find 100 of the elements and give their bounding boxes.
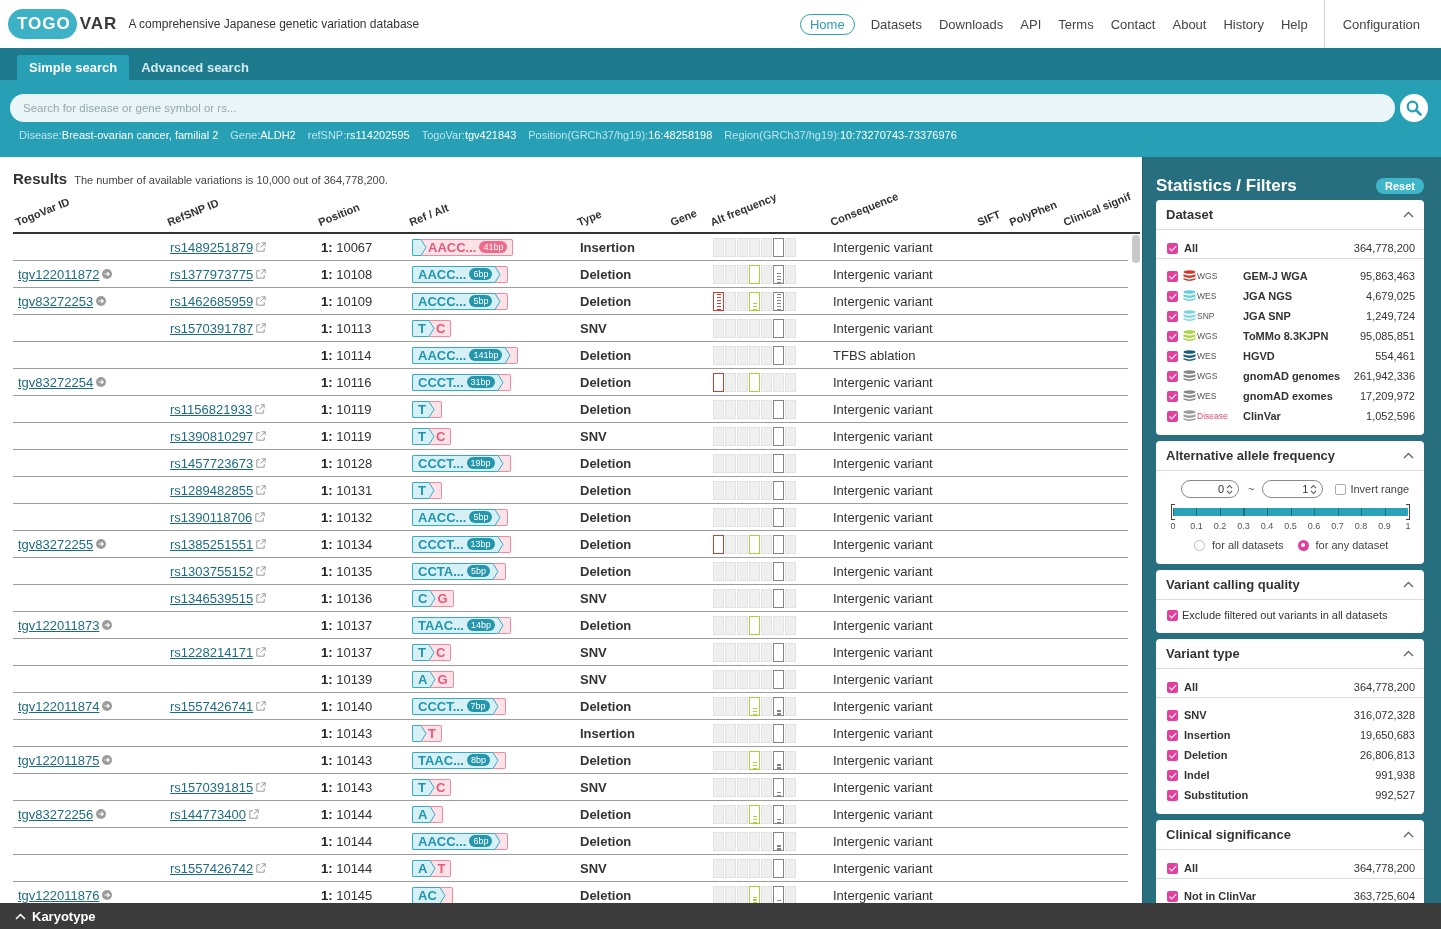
consequence-text: Intergenic variant [833, 860, 933, 876]
length-badge: 7bp [466, 700, 490, 712]
checkbox[interactable] [1167, 890, 1178, 902]
variant-type: Deletion [580, 266, 632, 282]
checkbox[interactable] [1167, 862, 1178, 874]
ref-sequence: C [418, 590, 428, 606]
togovar-link[interactable]: tgv122011872 [18, 266, 100, 282]
checkbox[interactable] [1167, 729, 1178, 741]
karyotype-toggle[interactable]: Karyotype [32, 908, 96, 924]
checkbox[interactable] [1167, 242, 1178, 254]
checkbox[interactable] [1167, 410, 1178, 422]
togovar-link[interactable]: tgv122011873 [18, 617, 100, 633]
checkbox[interactable] [1167, 709, 1178, 721]
refsnp-link[interactable]: rs1377973775 [170, 266, 254, 282]
position-text: 1: 10134 [321, 536, 373, 552]
range-handle[interactable] [1171, 504, 1175, 520]
ref-sequence: AACC... [418, 266, 467, 282]
refsnp-link[interactable]: rs144773400 [170, 806, 246, 822]
tick-label: 0.9 [1377, 521, 1392, 531]
togovar-link[interactable]: tgv83272254 [18, 374, 94, 390]
refsnp-link[interactable]: rs1570391787 [170, 320, 254, 336]
search-tab[interactable]: Advanced search [129, 55, 261, 80]
checkbox[interactable] [1167, 769, 1178, 781]
refsnp-link[interactable]: rs1228214171 [170, 644, 254, 660]
alt-allele [498, 697, 506, 715]
external-link-icon [256, 242, 267, 252]
togovar-link[interactable]: tgv122011875 [18, 752, 100, 768]
checkbox[interactable] [1167, 350, 1178, 362]
checkbox[interactable] [1167, 390, 1178, 402]
checkbox[interactable] [1335, 483, 1347, 495]
ref-sequence: CCCT... [418, 374, 464, 390]
refsnp-link[interactable]: rs1346539515 [170, 590, 254, 606]
chevron-up-icon[interactable] [1403, 831, 1414, 838]
checkbox[interactable] [1167, 310, 1178, 322]
refsnp-link[interactable]: rs1156821933 [170, 401, 253, 417]
refsnp-link[interactable]: rs1557426742 [170, 860, 254, 876]
external-link-icon [256, 458, 267, 468]
chevron-up-icon[interactable] [1403, 650, 1414, 657]
nav-link[interactable]: API [1019, 13, 1043, 35]
chevron-up-icon[interactable] [1403, 211, 1414, 218]
position-text: 1: 10145 [321, 887, 373, 903]
position-text: 1: 10131 [321, 482, 373, 498]
checkbox[interactable] [1167, 681, 1178, 693]
position-text: 1: 10113 [321, 320, 372, 336]
nav-link[interactable]: Datasets [869, 13, 923, 35]
nav-link[interactable]: Help [1279, 13, 1309, 35]
checkbox[interactable] [1167, 330, 1178, 342]
nav-link[interactable]: History [1222, 13, 1265, 35]
alt-allele [501, 508, 509, 526]
dataset-name: HGVD [1243, 350, 1275, 362]
external-link-icon [255, 404, 266, 414]
radio-button[interactable] [1194, 539, 1205, 551]
togovar-link[interactable]: tgv122011876 [18, 887, 100, 903]
variant-type: Deletion [580, 833, 632, 849]
filter-label: All [1184, 862, 1199, 874]
checkbox[interactable] [1167, 290, 1178, 302]
togovar-link[interactable]: tgv83272256 [18, 806, 94, 822]
count-text: 95,085,851 [1358, 330, 1415, 342]
checkbox[interactable] [1167, 749, 1178, 761]
nav-link[interactable]: About [1171, 13, 1208, 35]
caret-up-icon[interactable] [15, 912, 26, 920]
scrollbar-thumb[interactable] [1132, 235, 1140, 263]
refsnp-link[interactable]: rs1385251551 [170, 536, 254, 552]
nav-link[interactable]: Configuration [1339, 16, 1441, 32]
chevron-up-icon[interactable] [1403, 581, 1414, 588]
checkbox[interactable] [1167, 370, 1178, 382]
refsnp-link[interactable]: rs1390810297 [170, 428, 254, 444]
refsnp-link[interactable]: rs1489251879 [170, 239, 254, 255]
range-handle[interactable] [1406, 504, 1410, 520]
togovar-link[interactable]: tgv83272253 [18, 293, 94, 309]
search-field[interactable]: Search for disease or gene symbol or rs... [10, 94, 1395, 122]
checkbox[interactable] [1167, 789, 1178, 801]
filter-label: SNV [1184, 709, 1207, 721]
dataset-tag: WES [1197, 391, 1243, 401]
nav-link[interactable]: Downloads [938, 13, 1005, 35]
checkbox[interactable] [1167, 270, 1178, 282]
refsnp-link[interactable]: rs1303755152 [170, 563, 254, 579]
tick-label: 0.8 [1353, 521, 1369, 531]
search-button[interactable] [1400, 94, 1428, 122]
checkbox[interactable] [1167, 609, 1178, 621]
refsnp-link[interactable]: rs1457723673 [170, 455, 254, 471]
radio-button[interactable] [1297, 539, 1309, 551]
nav-link[interactable]: Terms [1057, 13, 1095, 35]
refsnp-link[interactable]: rs1462685959 [170, 293, 254, 309]
length-badge: 31bp [466, 376, 495, 388]
chevron-up-icon[interactable] [1403, 452, 1414, 459]
length-badge: 8bp [467, 754, 490, 766]
filter-label: Substitution [1184, 789, 1249, 801]
refsnp-link[interactable]: rs1557426741 [170, 698, 254, 714]
position-text: 1: 10143 [321, 752, 373, 768]
tick-label: 0.3 [1236, 521, 1251, 531]
togovar-link[interactable]: tgv122011874 [18, 698, 100, 714]
togovar-link[interactable]: tgv83272255 [18, 536, 94, 552]
circle-arrow-icon [102, 890, 113, 900]
refsnp-link[interactable]: rs1570391815 [170, 779, 254, 795]
refsnp-link[interactable]: rs1289482855 [170, 482, 254, 498]
nav-link[interactable]: Contact [1109, 13, 1157, 35]
dataset-tag: WES [1197, 351, 1243, 361]
refsnp-link[interactable]: rs1390118706 [170, 509, 253, 525]
count-text: 316,072,328 [1352, 709, 1415, 721]
